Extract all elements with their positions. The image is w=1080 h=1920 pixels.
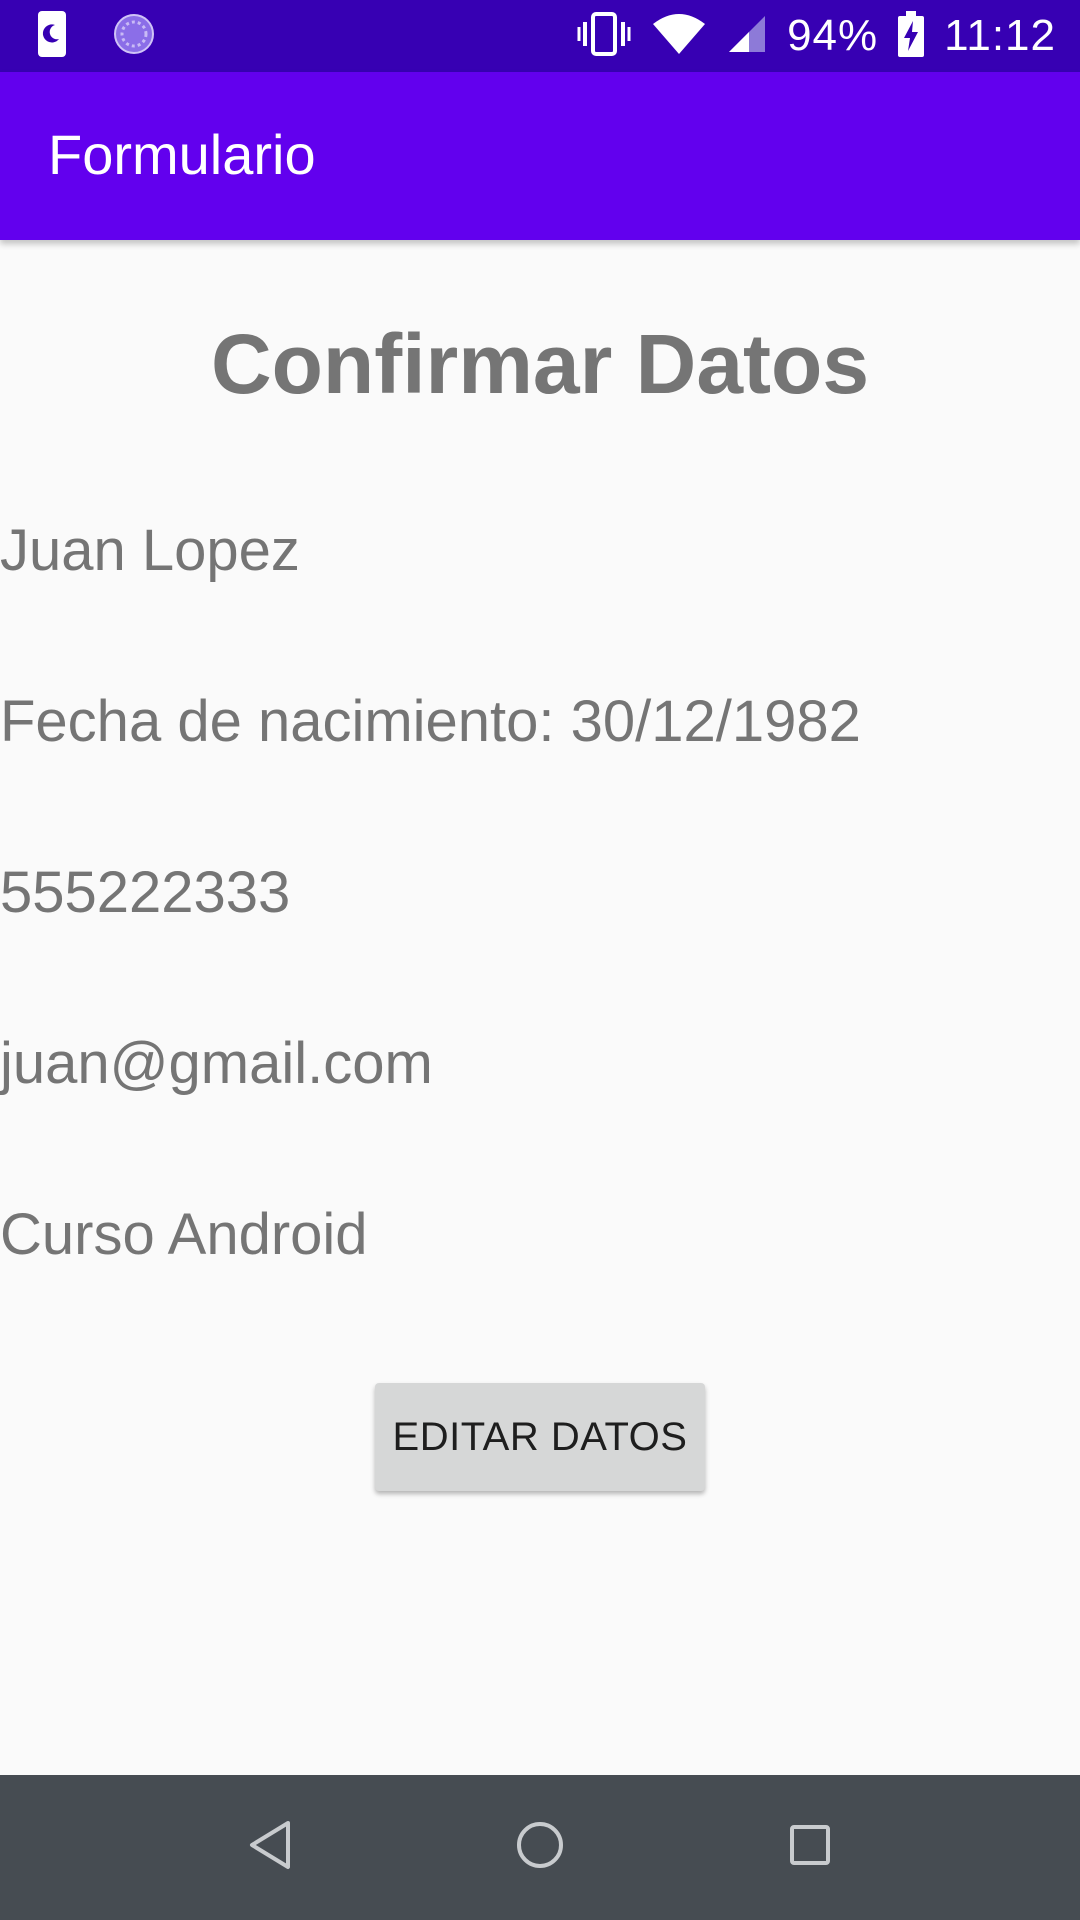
signal-icon <box>727 14 767 59</box>
app-title: Formulario <box>48 123 316 186</box>
email-text: juan@gmail.com <box>0 1031 433 1096</box>
back-icon <box>246 1819 294 1876</box>
recents-button[interactable] <box>770 1807 850 1887</box>
moon-icon <box>36 9 68 64</box>
name-text: Juan Lopez <box>0 518 300 583</box>
home-button[interactable] <box>500 1807 580 1887</box>
navigation-bar <box>0 1775 1080 1920</box>
wifi-icon <box>651 12 707 61</box>
birth-date-text: Fecha de nacimiento: 30/12/1982 <box>0 689 861 754</box>
clock: 11:12 <box>944 11 1056 60</box>
home-icon <box>515 1820 565 1875</box>
battery-percent: 94% <box>787 11 879 60</box>
status-right-icons: 94% 11:12 <box>577 0 1056 72</box>
battery-charging-icon <box>898 10 925 62</box>
page-title: Confirmar Datos <box>210 317 870 411</box>
confirm-data-screen: Confirmar Datos Juan Lopez Fecha de naci… <box>0 240 1080 1775</box>
phone-text: 555222333 <box>0 860 291 925</box>
status-bar: 94% 11:12 <box>0 0 1080 72</box>
status-left-icons <box>36 10 156 61</box>
edit-data-button[interactable]: EDITAR DATOS <box>375 1383 705 1491</box>
back-button[interactable] <box>230 1807 310 1887</box>
vibrate-icon <box>577 11 631 61</box>
description-text: Curso Android <box>0 1202 368 1267</box>
app-bar: Formulario <box>0 72 1080 240</box>
recents-icon <box>788 1823 832 1872</box>
sync-circle-icon <box>112 12 156 61</box>
